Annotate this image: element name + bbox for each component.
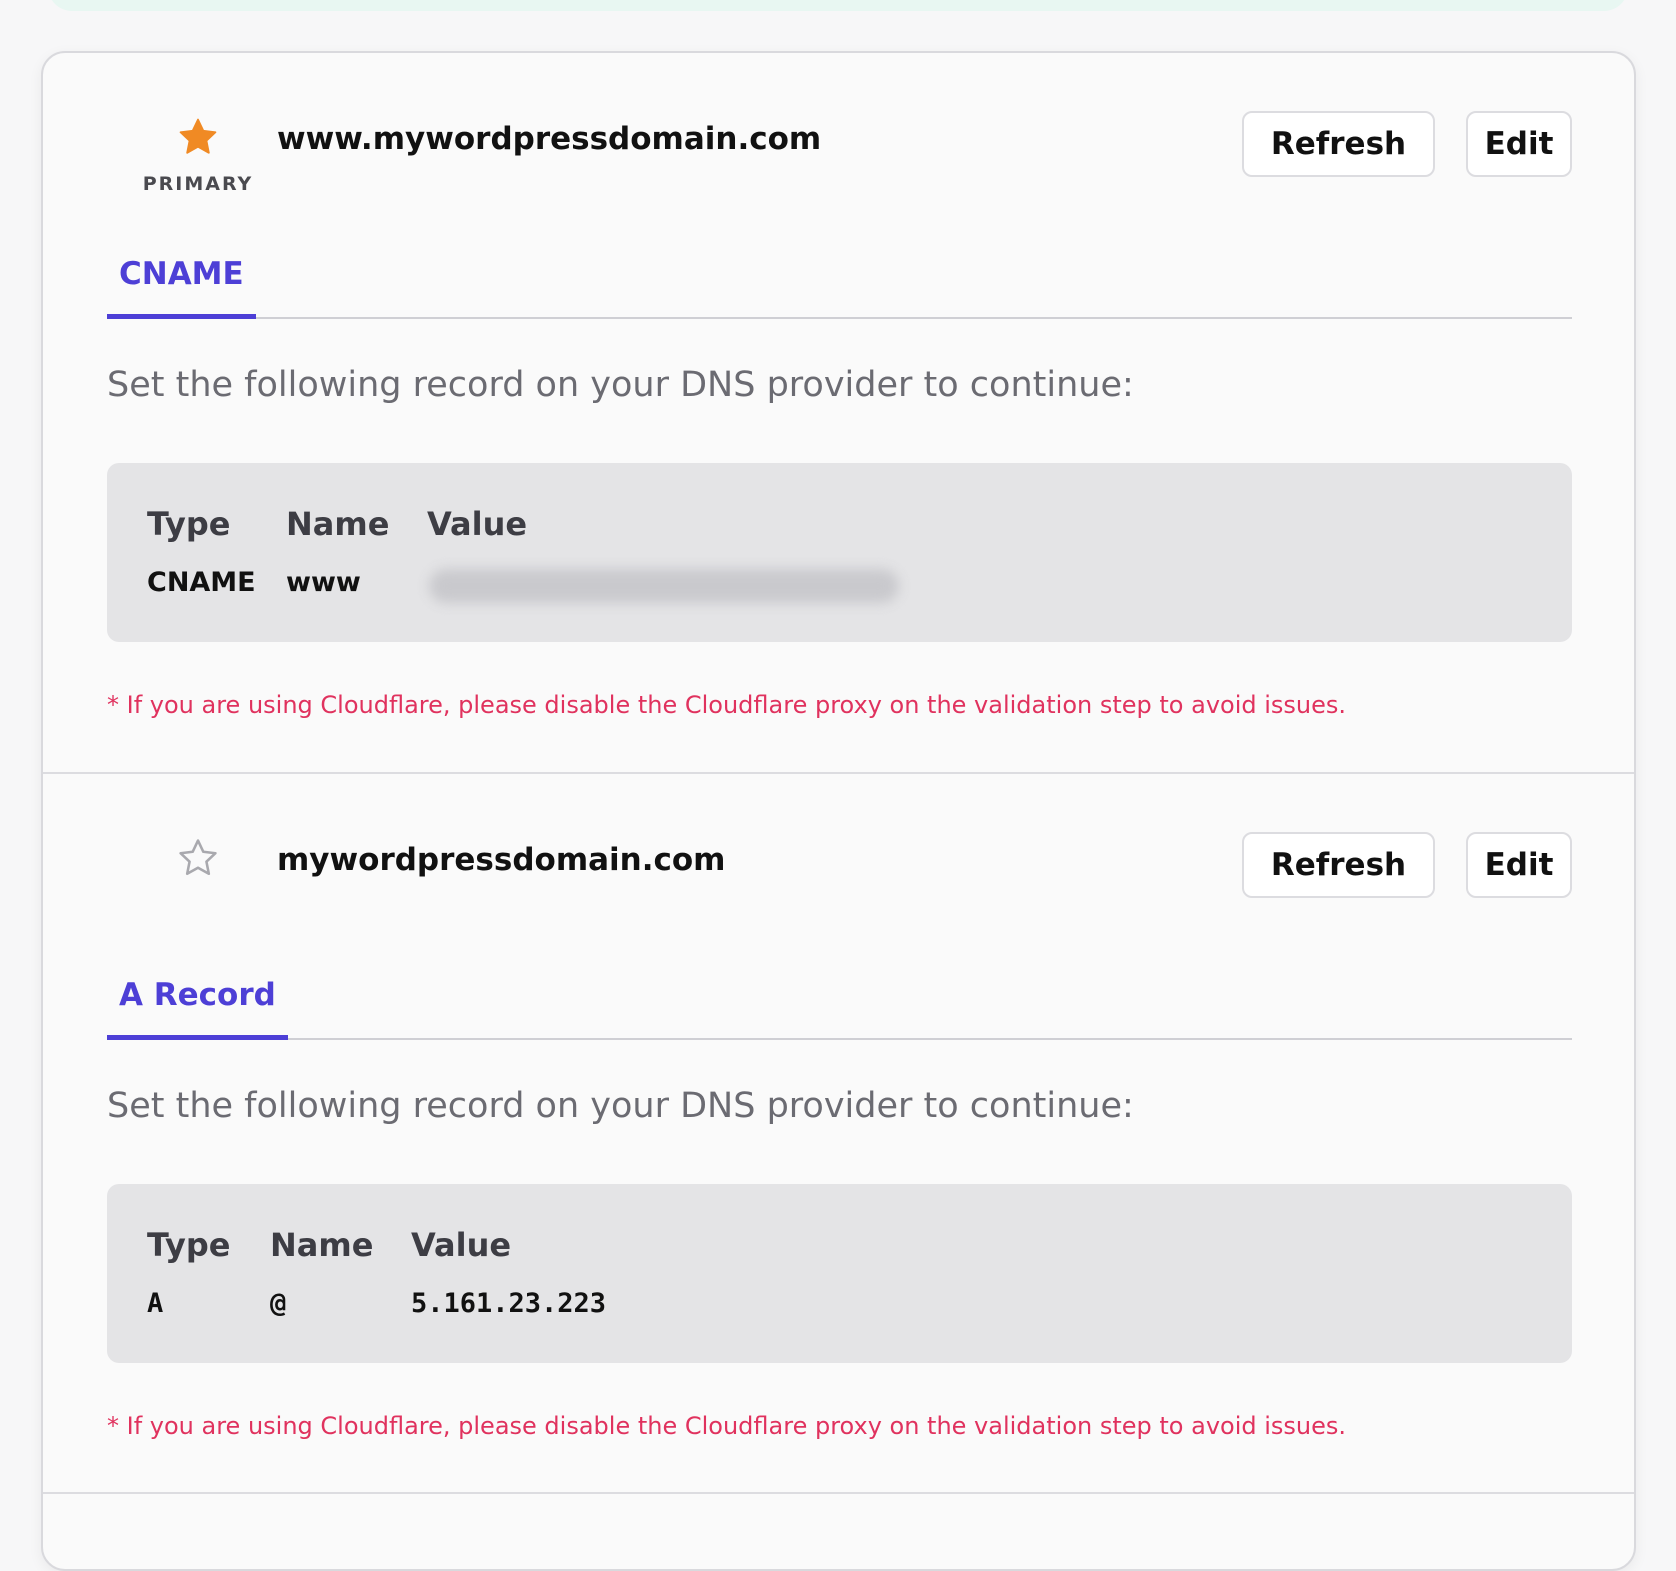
star-outline-icon[interactable] [176,836,220,880]
value-header: Value [427,505,528,543]
edit-button[interactable]: Edit [1466,832,1572,898]
edit-button[interactable]: Edit [1466,111,1572,177]
refresh-button[interactable]: Refresh [1242,832,1435,898]
record-name: www [286,567,361,598]
tab-cname[interactable]: CNAME [107,233,256,319]
record-tabs: CNAME [107,233,1572,319]
record-value-redacted [429,569,899,603]
top-banner [48,0,1628,11]
record-type: A [147,1288,164,1319]
primary-label: PRIMARY [142,173,254,195]
primary-indicator [138,836,258,884]
name-header: Name [270,1226,374,1264]
tab-a-record[interactable]: A Record [107,954,288,1040]
domain-section-secondary: mywordpressdomain.com Refresh Edit A Rec… [43,774,1634,1494]
refresh-button[interactable]: Refresh [1242,111,1435,177]
domain-name: www.mywordpressdomain.com [277,121,822,157]
value-header: Value [411,1226,512,1264]
record-name: @ [270,1288,287,1319]
name-header: Name [286,505,390,543]
dns-record-box: Type Name Value CNAME www [107,463,1572,642]
cloudflare-note: * If you are using Cloudflare, please di… [107,691,1347,719]
domains-card: PRIMARY www.mywordpressdomain.com Refres… [41,51,1636,1571]
cloudflare-note: * If you are using Cloudflare, please di… [107,1412,1347,1440]
dns-record-box: Type Name Value A @ 5.161.23.223 [107,1184,1572,1363]
type-header: Type [147,505,231,543]
record-type: CNAME [147,567,256,598]
record-tabs: A Record [107,954,1572,1040]
record-value[interactable]: 5.161.23.223 [411,1288,606,1319]
star-filled-icon[interactable] [176,115,220,159]
instruction-text: Set the following record on your DNS pro… [107,365,1134,405]
primary-indicator: PRIMARY [138,115,258,195]
domain-section-primary: PRIMARY www.mywordpressdomain.com Refres… [43,53,1634,774]
type-header: Type [147,1226,231,1264]
domain-name: mywordpressdomain.com [277,842,726,878]
instruction-text: Set the following record on your DNS pro… [107,1086,1134,1126]
